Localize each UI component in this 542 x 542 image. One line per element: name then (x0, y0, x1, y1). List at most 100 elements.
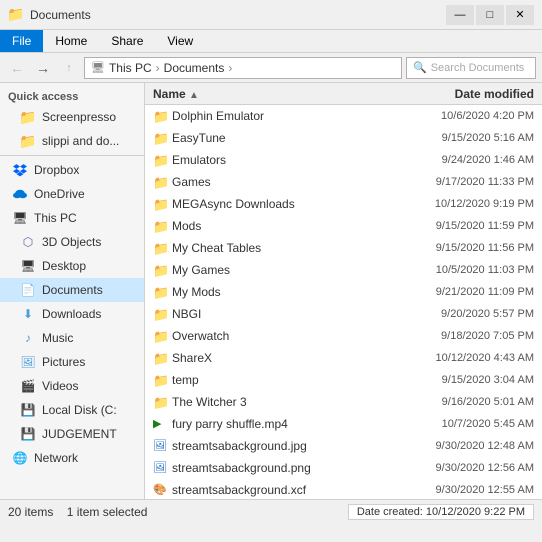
folder-icon: 📁 (153, 329, 167, 343)
table-row[interactable]: 📁ShareX 10/12/2020 4:43 AM (145, 347, 542, 369)
sidebar-label: Network (34, 451, 78, 465)
table-row[interactable]: 📁Mods 9/15/2020 11:59 PM (145, 215, 542, 237)
sidebar-label: Local Disk (C: (42, 403, 117, 417)
sidebar-label: Pictures (42, 355, 85, 369)
table-row[interactable]: 📁My Cheat Tables 9/15/2020 11:56 PM (145, 237, 542, 259)
3dobjects-icon: ⬡ (20, 234, 36, 250)
status-bar: 20 items 1 item selected Date created: 1… (0, 499, 542, 523)
status-count: 20 items 1 item selected (8, 505, 147, 519)
folder-icon: 📁 (153, 131, 167, 145)
music-icon: ♪ (20, 330, 36, 346)
dropbox-icon (12, 162, 28, 178)
search-bar[interactable]: 🔍 Search Documents (406, 57, 536, 79)
address-bar[interactable]: 🖥 This PC › Documents › (84, 57, 402, 79)
sidebar-item-localdisk[interactable]: 💾 Local Disk (C: (0, 398, 144, 422)
title-icon: 📁 (8, 7, 24, 23)
table-row[interactable]: 📁NBGI 9/20/2020 5:57 PM (145, 303, 542, 325)
sidebar-item-3dobjects[interactable]: ⬡ 3D Objects (0, 230, 144, 254)
ribbon-tabs: File Home Share View (0, 30, 542, 52)
folder-icon: 📁 (153, 175, 167, 189)
table-row[interactable]: 📁Games 9/17/2020 11:33 PM (145, 171, 542, 193)
image-icon: 🖼 (153, 461, 167, 475)
sidebar-label: Music (42, 331, 73, 345)
folder-icon: 📁 (153, 351, 167, 365)
sidebar-label: Desktop (42, 259, 86, 273)
file-list-header: Name ▲ Date modified (145, 83, 542, 105)
table-row[interactable]: ▶ fury parry shuffle.mp4 10/7/2020 5:45 … (145, 413, 542, 435)
thispc-icon: 🖥 (12, 210, 28, 226)
tab-file[interactable]: File (0, 30, 43, 52)
table-row[interactable]: 📁Emulators 9/24/2020 1:46 AM (145, 149, 542, 171)
sidebar-label: 3D Objects (42, 235, 101, 249)
video-icon: ▶ (153, 417, 167, 431)
folder-icon: 📁 (153, 219, 167, 233)
folder-icon: 📁 (153, 395, 167, 409)
sidebar-label: Downloads (42, 307, 101, 321)
sidebar-label: JUDGEMENT (42, 427, 117, 441)
folder-icon: 📁 (153, 373, 167, 387)
search-placeholder: Search Documents (431, 62, 525, 74)
header-name[interactable]: Name ▲ (145, 87, 397, 101)
sidebar-item-judgement[interactable]: 💾 JUDGEMENT (0, 422, 144, 446)
close-button[interactable]: ✕ (506, 5, 534, 25)
table-row[interactable]: 🖼 streamtsabackground.jpg 9/30/2020 12:4… (145, 435, 542, 457)
maximize-button[interactable]: □ (476, 5, 504, 25)
up-button[interactable]: ↑ (58, 57, 80, 79)
nav-bar: ← → ↑ 🖥 This PC › Documents › 🔍 Search D… (0, 53, 542, 83)
sidebar-label: Documents (42, 283, 103, 297)
desktop-icon: 🖥 (20, 258, 36, 274)
sidebar-label: Screenpresso (42, 110, 116, 124)
folder-icon: 📁 (153, 263, 167, 277)
network-icon: 🌐 (12, 450, 28, 466)
sidebar-item-slippi[interactable]: 📁 slippi and do... (0, 129, 144, 153)
documents-icon: 📄 (20, 282, 36, 298)
table-row[interactable]: 📁Overwatch 9/18/2020 7:05 PM (145, 325, 542, 347)
onedrive-icon (12, 186, 28, 202)
table-row[interactable]: 🖼 streamtsabackground.png 9/30/2020 12:5… (145, 457, 542, 479)
sidebar-item-screenpresso[interactable]: 📁 Screenpresso (0, 105, 144, 129)
address-documents: Documents (164, 61, 225, 75)
sort-arrow: ▲ (189, 90, 199, 101)
sidebar-item-videos[interactable]: 🎬 Videos (0, 374, 144, 398)
sidebar-item-downloads[interactable]: ⬇ Downloads (0, 302, 144, 326)
table-row[interactable]: 📁My Mods 9/21/2020 11:09 PM (145, 281, 542, 303)
forward-button[interactable]: → (32, 57, 54, 79)
tab-home[interactable]: Home (43, 30, 99, 52)
minimize-button[interactable]: — (446, 5, 474, 25)
file-list: Name ▲ Date modified 📁Dolphin Emulator 1… (145, 83, 542, 499)
sidebar-item-pictures[interactable]: 🖼 Pictures (0, 350, 144, 374)
window-controls: — □ ✕ (446, 5, 534, 25)
main-content: Quick access 📁 Screenpresso 📁 slippi and… (0, 83, 542, 499)
folder-icon: 📁 (153, 285, 167, 299)
table-row[interactable]: 📁EasyTune 9/15/2020 5:16 AM (145, 127, 542, 149)
back-button[interactable]: ← (6, 57, 28, 79)
table-row[interactable]: 📁The Witcher 3 9/16/2020 5:01 AM (145, 391, 542, 413)
folder-icon: 📁 (153, 307, 167, 321)
sidebar-item-onedrive[interactable]: OneDrive (0, 182, 144, 206)
sidebar-item-music[interactable]: ♪ Music (0, 326, 144, 350)
quick-access-label: Quick access (0, 87, 144, 105)
sidebar-item-dropbox[interactable]: Dropbox (0, 158, 144, 182)
image-icon: 🖼 (153, 439, 167, 453)
sidebar-item-thispc[interactable]: 🖥 This PC (0, 206, 144, 230)
title-bar: 📁 Documents — □ ✕ (0, 0, 542, 30)
table-row[interactable]: 📁temp 9/15/2020 3:04 AM (145, 369, 542, 391)
sidebar-item-desktop[interactable]: 🖥 Desktop (0, 254, 144, 278)
header-date[interactable]: Date modified (397, 87, 542, 101)
videos-icon: 🎬 (20, 378, 36, 394)
folder-icon: 📁 (153, 241, 167, 255)
folder-icon: 📁 (20, 133, 36, 149)
disk-icon: 💾 (20, 426, 36, 442)
sidebar-label: Dropbox (34, 163, 79, 177)
table-row[interactable]: 📁Dolphin Emulator 10/6/2020 4:20 PM (145, 105, 542, 127)
table-row[interactable]: 📁My Games 10/5/2020 11:03 PM (145, 259, 542, 281)
tab-view[interactable]: View (155, 30, 205, 52)
table-row[interactable]: 📁MEGAsync Downloads 10/12/2020 9:19 PM (145, 193, 542, 215)
table-row[interactable]: 🎨 streamtsabackground.xcf 9/30/2020 12:5… (145, 479, 542, 499)
tab-share[interactable]: Share (99, 30, 155, 52)
sidebar-item-network[interactable]: 🌐 Network (0, 446, 144, 470)
sidebar-label: Videos (42, 379, 78, 393)
xcf-icon: 🎨 (153, 483, 167, 497)
status-date: Date created: 10/12/2020 9:22 PM (348, 504, 534, 520)
sidebar-item-documents[interactable]: 📄 Documents (0, 278, 144, 302)
